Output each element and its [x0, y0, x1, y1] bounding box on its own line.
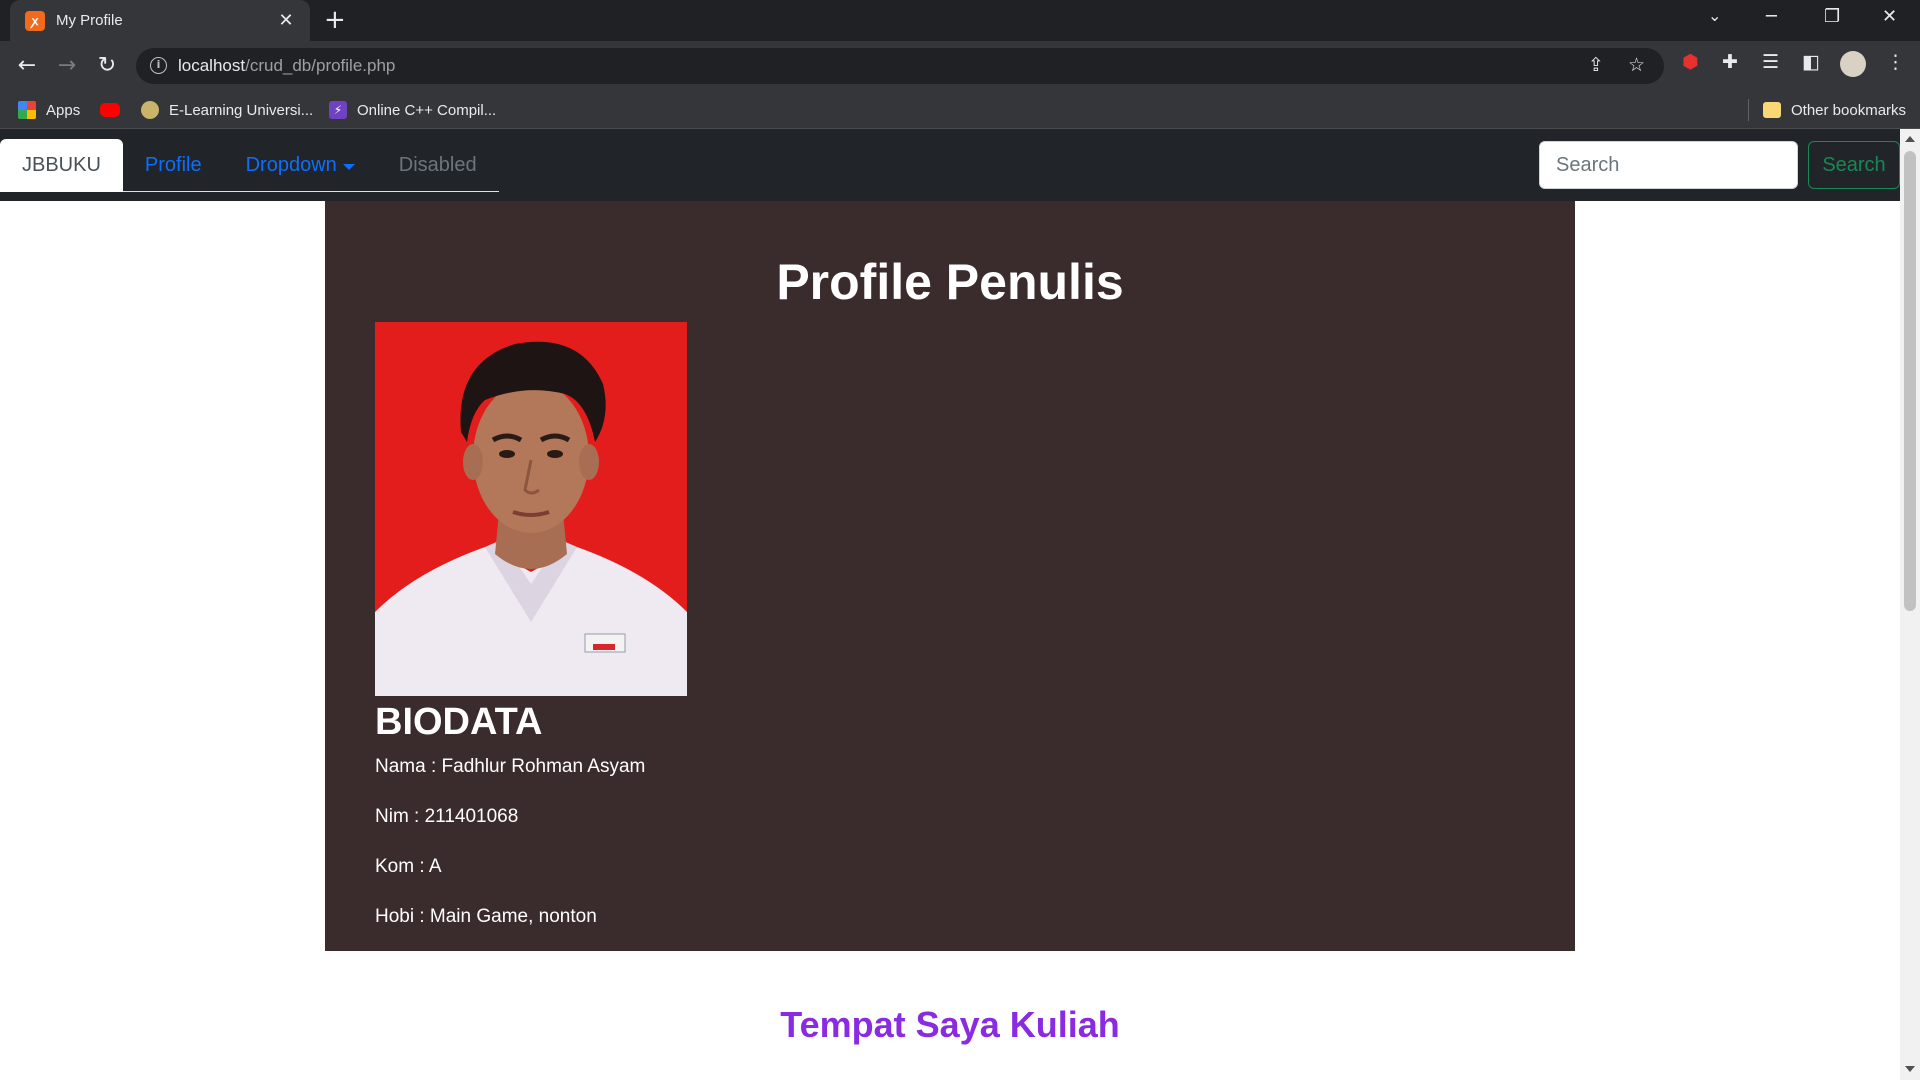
scrollbar-thumb[interactable]: [1904, 151, 1916, 611]
nav-link-disabled: Disabled: [398, 154, 477, 176]
menu-kebab-icon[interactable]: ⋮: [1886, 51, 1905, 73]
page-title: Profile Penulis: [776, 254, 1124, 310]
extensions-icon[interactable]: ✚: [1722, 51, 1738, 73]
page-scrollbar[interactable]: [1900, 129, 1920, 1080]
browser-tab[interactable]: ꭗ My Profile ✕: [10, 0, 310, 41]
side-panel-icon[interactable]: ◧: [1802, 51, 1820, 73]
dropdown-label: Dropdown: [245, 154, 337, 176]
biodata-heading: BIODATA: [375, 701, 543, 743]
search-button[interactable]: Search: [1808, 141, 1900, 189]
media-control-icon[interactable]: ☰: [1762, 51, 1779, 73]
nav-dropdown[interactable]: Dropdown: [224, 139, 377, 192]
close-window-icon[interactable]: ✕: [1882, 6, 1897, 27]
tab-title: My Profile: [56, 12, 123, 29]
restore-icon[interactable]: ❐: [1824, 6, 1840, 27]
apps-grid-icon: [18, 101, 36, 119]
profile-avatar-icon[interactable]: [1840, 51, 1866, 77]
reload-icon[interactable]: ↻: [92, 51, 122, 81]
forward-icon[interactable]: →: [52, 51, 82, 81]
lightning-icon: ⚡: [329, 101, 347, 119]
other-bookmarks-label: Other bookmarks: [1791, 101, 1907, 119]
scroll-down-icon[interactable]: [1905, 1066, 1915, 1072]
profile-section: Profile Penulis BIODATA Nama: Fadhlur R…: [325, 201, 1575, 951]
close-tab-icon[interactable]: ✕: [274, 10, 298, 31]
minimize-icon[interactable]: ─: [1766, 6, 1777, 27]
other-bookmarks[interactable]: Other bookmarks: [1763, 100, 1906, 120]
xampp-icon: ꭗ: [25, 10, 45, 31]
browser-tabstrip: ꭗ My Profile ✕ + ⌄ ─ ❐ ✕: [0, 0, 1920, 41]
bio-nim: Nim : 211401068: [375, 806, 519, 827]
nav-brand-jbbuku[interactable]: JBBUKU: [0, 139, 123, 192]
bookmark-star-icon[interactable]: ☆: [1628, 54, 1645, 76]
site-info-icon[interactable]: i: [150, 57, 167, 74]
navbar: JBBUKU Profile Dropdown Disabled Search: [0, 129, 1900, 201]
browser-toolbar: ← → ↻ i localhost/crud_db/profile.php ⇪ …: [0, 41, 1920, 91]
caret-down-icon: [342, 163, 355, 170]
bookmark-elearning[interactable]: E-Learning Universi...: [141, 100, 313, 120]
bookmark-label: E-Learning Universi...: [169, 101, 314, 119]
url-text[interactable]: localhost/crud_db/profile.php: [178, 56, 395, 76]
section-title-kuliah: Tempat Saya Kuliah: [780, 1004, 1120, 1045]
search-input[interactable]: [1539, 141, 1798, 189]
back-icon[interactable]: ←: [12, 51, 42, 81]
tab-search-icon[interactable]: ⌄: [1708, 6, 1721, 25]
bio-nama: Nama : Fadhlur Rohman Asyam: [375, 756, 646, 777]
bookmarks-bar: Apps E-Learning Universi... ⚡ Online C++…: [0, 91, 1920, 129]
nav-link-profile[interactable]: Profile: [123, 139, 224, 192]
adblock-icon[interactable]: ⬢: [1682, 51, 1699, 73]
youtube-icon: [100, 103, 120, 117]
bookmark-apps[interactable]: Apps: [18, 100, 80, 120]
portrait-photo: [375, 322, 687, 696]
share-icon[interactable]: ⇪: [1588, 54, 1604, 76]
new-tab-icon[interactable]: +: [324, 6, 346, 34]
bookmarks-divider: [1748, 99, 1749, 121]
bio-hobi: Hobi : Main Game, nonton: [375, 906, 597, 927]
university-icon: [141, 101, 159, 119]
folder-icon: [1763, 102, 1781, 118]
bookmark-label: Online C++ Compil...: [357, 101, 497, 119]
bio-kom: Kom : A: [375, 856, 442, 877]
bookmark-label: Apps: [46, 101, 81, 119]
scroll-up-icon[interactable]: [1905, 136, 1915, 142]
bookmark-youtube[interactable]: [100, 100, 130, 120]
bookmark-online-cpp[interactable]: ⚡ Online C++ Compil...: [329, 100, 496, 120]
address-bar[interactable]: i localhost/crud_db/profile.php ⇪ ☆: [136, 48, 1664, 84]
web-page: JBBUKU Profile Dropdown Disabled Search …: [0, 129, 1900, 1080]
nav-tabs: JBBUKU Profile Dropdown Disabled: [0, 139, 499, 192]
